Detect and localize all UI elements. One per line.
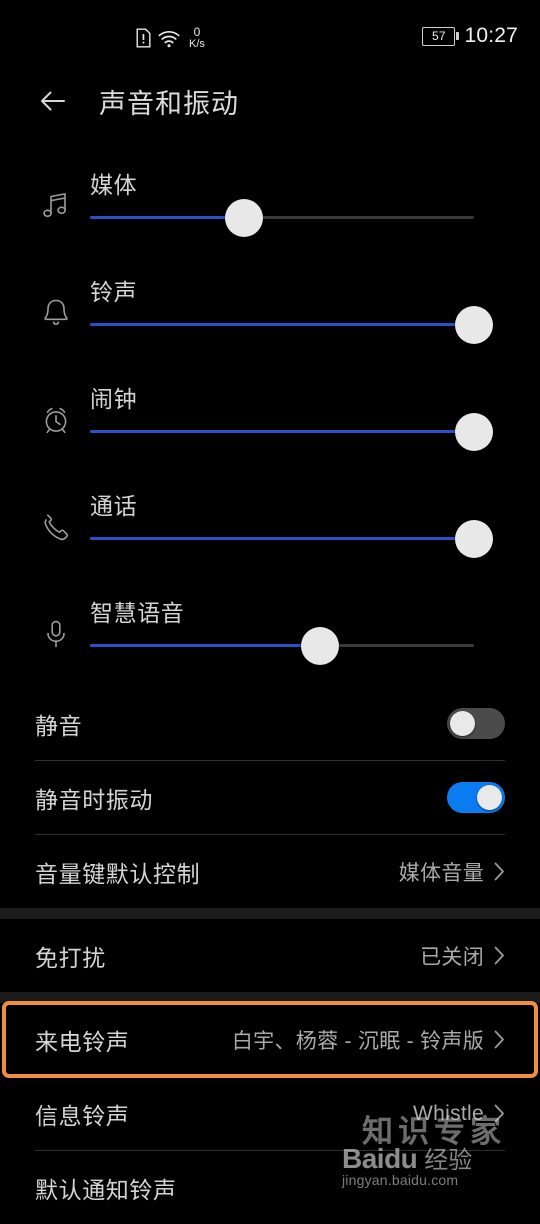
- row-value-do-not-disturb: 已关闭: [420, 945, 484, 969]
- volume-body-ringtone: 铃声: [90, 259, 540, 366]
- volume-label-ringtone: 铃声: [90, 279, 138, 305]
- row-silent-mode[interactable]: 静音: [0, 687, 540, 760]
- slider-thumb[interactable]: [301, 626, 340, 665]
- microphone-icon: [22, 617, 90, 651]
- row-label-incoming-ringtone: 来电铃声: [35, 1028, 130, 1055]
- row-default-notification-ringtone[interactable]: 默认通知铃声: [0, 1151, 540, 1224]
- row-vibrate-on-silent[interactable]: 静音时振动: [0, 761, 540, 834]
- volume-body-smart-voice: 智慧语音: [90, 580, 540, 687]
- page-title: 声音和振动: [99, 88, 239, 119]
- bell-icon: [22, 296, 90, 330]
- volume-row-ringtone[interactable]: 铃声: [0, 259, 540, 366]
- row-label-vibrate-on-silent: 静音时振动: [35, 786, 153, 813]
- volume-row-call[interactable]: 通话: [0, 473, 540, 580]
- app-bar: 声音和振动: [0, 64, 540, 138]
- row-do-not-disturb[interactable]: 免打扰 已关闭: [0, 919, 540, 992]
- status-bar: 0 K/s 57 10:27: [0, 0, 540, 64]
- status-bar-clock: 10:27: [464, 24, 518, 47]
- volume-row-media[interactable]: 媒体: [0, 152, 540, 259]
- chevron-right-icon: [494, 862, 505, 881]
- slider-thumb[interactable]: [455, 305, 493, 344]
- slider-thumb[interactable]: [224, 198, 263, 237]
- slider-thumb[interactable]: [455, 412, 493, 451]
- volume-label-media: 媒体: [90, 172, 138, 198]
- row-incoming-ringtone[interactable]: 来电铃声 白宇、杨蓉 - 沉眠 - 铃声版: [0, 1003, 540, 1076]
- row-right-do-not-disturb: 已关闭: [420, 941, 505, 971]
- chevron-right-icon: [494, 1104, 505, 1123]
- network-speed-unit: K/s: [189, 38, 205, 50]
- section-gap: [0, 908, 540, 919]
- chevron-right-icon: [494, 946, 505, 965]
- chevron-right-icon: [494, 1030, 505, 1049]
- row-right-vibrate-on-silent: [447, 782, 505, 813]
- volume-slider-list: 媒体 铃声 闹钟 通话 智慧语音: [0, 138, 540, 687]
- slider-fill: [90, 430, 474, 433]
- row-value-incoming-ringtone: 白宇、杨蓉 - 沉眠 - 铃声版: [231, 1029, 484, 1053]
- slider-fill: [90, 323, 474, 326]
- back-arrow-icon[interactable]: [36, 85, 68, 117]
- volume-body-call: 通话: [90, 473, 540, 580]
- row-right-silent-mode: [447, 708, 505, 739]
- volume-body-media: 媒体: [90, 152, 540, 259]
- toggle-knob: [477, 785, 502, 810]
- toggle-knob: [450, 711, 475, 736]
- toggle-vibrate-on-silent[interactable]: [447, 782, 505, 813]
- row-right-message-ringtone: Whistle: [413, 1102, 505, 1126]
- volume-slider-media[interactable]: [90, 198, 474, 237]
- volume-slider-smart-voice[interactable]: [90, 626, 474, 665]
- music-note-icon: [22, 189, 90, 223]
- row-label-message-ringtone: 信息铃声: [35, 1102, 130, 1129]
- slider-thumb[interactable]: [455, 519, 493, 558]
- volume-label-alarm: 闹钟: [90, 386, 138, 412]
- slider-fill: [90, 216, 244, 219]
- phone-icon: [22, 510, 90, 544]
- wifi-icon: [158, 30, 180, 48]
- sim-alert-icon: [136, 28, 151, 48]
- row-label-default-notification-ringtone: 默认通知铃声: [35, 1176, 177, 1203]
- volume-slider-call[interactable]: [90, 519, 493, 558]
- toggle-silent-mode[interactable]: [447, 708, 505, 739]
- row-label-do-not-disturb: 免打扰: [35, 944, 106, 971]
- row-label-silent-mode: 静音: [35, 712, 83, 739]
- row-volume-key-default[interactable]: 音量键默认控制 媒体音量: [0, 835, 540, 908]
- volume-slider-alarm[interactable]: [90, 412, 493, 451]
- section-gap: [0, 992, 540, 1003]
- row-message-ringtone[interactable]: 信息铃声 Whistle: [0, 1077, 540, 1150]
- battery-percent: 57: [431, 29, 446, 43]
- slider-fill: [90, 537, 474, 540]
- row-label-volume-key-default: 音量键默认控制: [35, 860, 201, 887]
- status-bar-left: 0 K/s: [136, 22, 205, 50]
- row-right-volume-key-default: 媒体音量: [399, 857, 505, 887]
- volume-label-call: 通话: [90, 493, 138, 519]
- network-speed: 0 K/s: [189, 25, 205, 50]
- network-speed-value: 0: [193, 25, 201, 39]
- row-right-incoming-ringtone: 白宇、杨蓉 - 沉眠 - 铃声版: [232, 1025, 505, 1055]
- row-value-message-ringtone: Whistle: [413, 1101, 484, 1125]
- volume-row-smart-voice[interactable]: 智慧语音: [0, 580, 540, 687]
- volume-row-alarm[interactable]: 闹钟: [0, 366, 540, 473]
- volume-body-alarm: 闹钟: [90, 366, 540, 473]
- alarm-clock-icon: [22, 403, 90, 437]
- volume-label-smart-voice: 智慧语音: [90, 600, 185, 626]
- battery-icon: 57: [422, 26, 460, 46]
- row-value-volume-key-default: 媒体音量: [398, 861, 484, 885]
- slider-fill: [90, 644, 321, 647]
- volume-slider-ringtone[interactable]: [90, 305, 493, 344]
- status-bar-right: 57 10:27: [422, 24, 518, 48]
